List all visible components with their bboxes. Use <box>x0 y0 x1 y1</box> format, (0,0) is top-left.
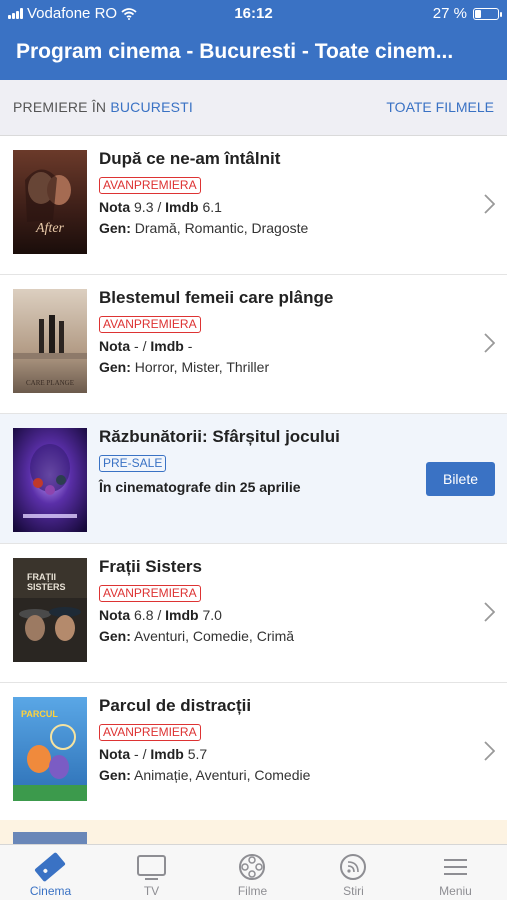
status-time: 16:12 <box>234 5 273 22</box>
ticket-icon <box>34 852 66 882</box>
movie-title: După ce ne-am întâlnit <box>99 149 281 168</box>
battery-icon <box>473 7 502 20</box>
svg-text:SISTERS: SISTERS <box>27 582 66 592</box>
section-header: PREMIERE ÎN BUCURESTI TOATE FILMELE <box>0 80 507 136</box>
imdb-value: 5.7 <box>187 746 208 762</box>
status-right: 27 % <box>432 5 502 22</box>
status-badge: AVANPREMIERA <box>99 724 201 741</box>
genre-value: Animație, Aventuri, Comedie <box>134 767 311 783</box>
genre-line: Gen: Horror, Mister, Thriller <box>99 359 270 375</box>
premiere-prefix: PREMIERE ÎN <box>13 99 107 115</box>
all-films-link[interactable]: TOATE FILMELE <box>386 99 494 115</box>
status-badge: AVANPREMIERA <box>99 316 201 333</box>
movie-poster: CARE PLANGE <box>13 289 87 393</box>
chevron-right-icon <box>484 194 495 214</box>
status-badge: AVANPREMIERA <box>99 585 201 602</box>
status-bar: Vodafone RO 16:12 27 % <box>0 0 507 28</box>
nota-value: - <box>134 746 139 762</box>
genre-line: Gen: Dramă, Romantic, Dragoste <box>99 220 309 236</box>
genre-value: Dramă, Romantic, Dragoste <box>134 220 309 236</box>
svg-text:After: After <box>35 221 65 236</box>
movie-info: Parcul de distracții AVANPREMIERA Nota -… <box>99 696 419 783</box>
movie-title: Frații Sisters <box>99 557 202 576</box>
tab-bar: Cinema TV Filme Stiri Meniu <box>0 844 507 900</box>
rating-line: Nota - / Imdb 5.7 <box>99 746 208 762</box>
menu-icon <box>444 859 467 875</box>
release-date: În cinematografe din 25 aprilie <box>99 479 301 495</box>
genre-line: Gen: Animație, Aventuri, Comedie <box>99 767 311 783</box>
tab-stiri[interactable]: Stiri <box>303 845 404 900</box>
tv-icon <box>137 855 166 880</box>
imdb-value: 7.0 <box>202 607 222 623</box>
page-title[interactable]: Program cinema - Bucuresti - Toate cinem… <box>16 40 496 64</box>
svg-text:PARCUL: PARCUL <box>21 709 58 719</box>
battery-percent: 27 % <box>432 5 467 22</box>
svg-text:FRAȚII: FRAȚII <box>27 572 56 582</box>
movie-info: Frații Sisters AVANPREMIERA Nota 6.8 / I… <box>99 557 419 644</box>
movie-row[interactable]: PARCUL Parcul de distracții AVANPREMIERA… <box>0 683 507 822</box>
tab-cinema[interactable]: Cinema <box>0 845 101 900</box>
genre-value: Horror, Mister, Thriller <box>134 359 270 375</box>
premiere-label: PREMIERE ÎN BUCURESTI <box>13 99 193 115</box>
tab-tv[interactable]: TV <box>101 845 202 900</box>
rating-line: Nota - / Imdb - <box>99 338 193 354</box>
movie-poster: FRAȚII SISTERS <box>13 558 87 662</box>
movie-row[interactable]: After După ce ne-am întâlnit AVANPREMIER… <box>0 136 507 275</box>
movie-info: Blestemul femeii care plânge AVANPREMIER… <box>99 288 419 375</box>
status-badge: PRE-SALE <box>99 455 167 472</box>
movie-poster: PARCUL <box>13 697 87 801</box>
movie-title: Parcul de distracții <box>99 696 252 715</box>
movie-row[interactable]: CARE PLANGE Blestemul femeii care plânge… <box>0 275 507 414</box>
nota-value: - <box>134 338 139 354</box>
chevron-right-icon <box>484 741 495 761</box>
movie-info: Răzbunătorii: Sfârșitul jocului PRE-SALE… <box>99 427 419 495</box>
tab-label: TV <box>143 884 160 898</box>
rating-line: Nota 9.3 / Imdb 6.1 <box>99 199 222 215</box>
movie-poster <box>13 428 87 532</box>
svg-text:CARE PLANGE: CARE PLANGE <box>26 379 74 387</box>
chevron-right-icon <box>484 333 495 353</box>
nota-value: 9.3 <box>134 199 154 215</box>
movie-row[interactable]: Răzbunătorii: Sfârșitul jocului PRE-SALE… <box>0 414 507 544</box>
film-reel-icon <box>239 854 265 880</box>
status-badge: AVANPREMIERA <box>99 177 201 194</box>
rss-icon <box>340 854 366 880</box>
imdb-value: 6.1 <box>202 199 222 215</box>
nota-value: 6.8 <box>134 607 154 623</box>
tab-label: Meniu <box>439 884 472 898</box>
app-header: Program cinema - Bucuresti - Toate cinem… <box>0 28 507 80</box>
tab-label: Stiri <box>343 884 364 898</box>
imdb-value: - <box>187 338 193 354</box>
city-selector[interactable]: BUCURESTI <box>110 99 193 115</box>
next-movie-row-partial[interactable] <box>0 820 507 852</box>
movie-title: Blestemul femeii care plânge <box>99 288 334 307</box>
tab-label: Filme <box>237 884 268 898</box>
chevron-right-icon <box>484 602 495 622</box>
tab-label: Cinema <box>29 884 72 898</box>
movie-info: După ce ne-am întâlnit AVANPREMIERA Nota… <box>99 149 419 236</box>
rating-line: Nota 6.8 / Imdb 7.0 <box>99 607 222 623</box>
genre-line: Gen: Aventuri, Comedie, Crimă <box>99 628 295 644</box>
genre-value: Aventuri, Comedie, Crimă <box>134 628 295 644</box>
movie-title: Răzbunătorii: Sfârșitul jocului <box>99 427 340 446</box>
movie-poster: After <box>13 150 87 254</box>
tickets-button[interactable]: Bilete <box>426 462 495 496</box>
tab-meniu[interactable]: Meniu <box>404 845 507 900</box>
tab-filme[interactable]: Filme <box>202 845 303 900</box>
movie-row[interactable]: FRAȚII SISTERS Frații Sisters AVANPREMIE… <box>0 544 507 683</box>
